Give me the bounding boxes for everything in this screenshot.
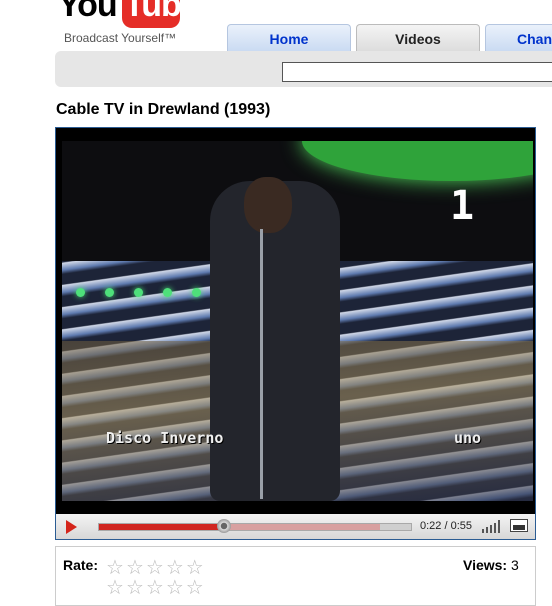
views-label: Views: bbox=[463, 557, 508, 573]
tab-home[interactable]: Home bbox=[227, 24, 351, 52]
tab-videos[interactable]: Videos bbox=[356, 24, 480, 52]
progress-played bbox=[99, 524, 224, 530]
stage-lights bbox=[76, 284, 221, 302]
star-icon: ☆ bbox=[106, 577, 124, 599]
tab-channels[interactable]: Chann bbox=[485, 24, 552, 52]
progress-bar[interactable] bbox=[98, 519, 412, 533]
logo-tube-text: Tube bbox=[124, 0, 184, 24]
scrubber-handle[interactable] bbox=[216, 519, 231, 533]
player-controls: 0:22 / 0:55 bbox=[56, 514, 535, 539]
rate-label: Rate: bbox=[63, 557, 99, 573]
star-icon: ☆ bbox=[165, 577, 184, 599]
rating-panel: Rate: ☆ ☆ ☆ ☆ ☆ ☆ ☆ ☆ ☆ ☆ Views: 3 bbox=[55, 546, 536, 606]
video-player[interactable]: 1 Disco Inverno uno 0:22 / 0:55 bbox=[55, 127, 536, 540]
video-frame[interactable]: 1 Disco Inverno uno bbox=[62, 141, 533, 501]
volume-icon[interactable] bbox=[482, 520, 502, 533]
logo-tube-box: Tube bbox=[122, 0, 184, 28]
search-input[interactable] bbox=[282, 62, 552, 82]
caption-text: Disco Inverno bbox=[106, 429, 224, 447]
play-icon[interactable] bbox=[66, 520, 77, 534]
channel-number: 1 bbox=[450, 183, 475, 229]
star-icon: ☆ bbox=[185, 577, 204, 599]
time-display: 0:22 / 0:55 bbox=[420, 520, 472, 532]
views-count: 3 bbox=[511, 557, 519, 573]
video-title: Cable TV in Drewland (1993) bbox=[56, 101, 271, 118]
views-counter: Views: 3 bbox=[463, 557, 519, 573]
fullscreen-icon[interactable] bbox=[510, 519, 528, 532]
channel-logo: uno bbox=[454, 429, 482, 447]
star-icon: ☆ bbox=[125, 577, 144, 599]
tagline: Broadcast Yourself™ bbox=[64, 31, 177, 45]
microphone-stand bbox=[260, 229, 263, 499]
star-icon: ☆ bbox=[145, 577, 164, 599]
logo-you-text: You bbox=[58, 0, 118, 24]
